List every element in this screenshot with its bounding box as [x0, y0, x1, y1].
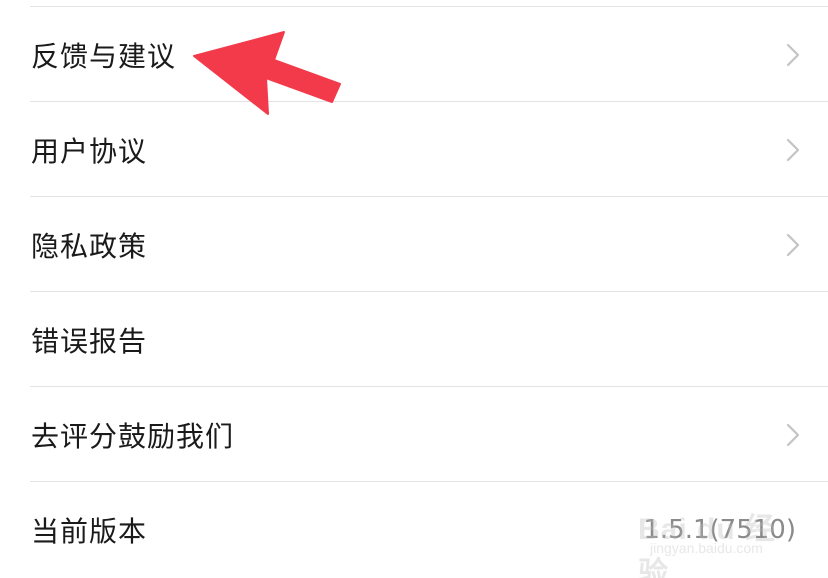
settings-item-privacy-policy[interactable]: 隐私政策: [0, 196, 828, 292]
settings-item-error-report[interactable]: 错误报告: [0, 291, 828, 387]
settings-item-label: 反馈与建议: [31, 39, 177, 73]
settings-list: 反馈与建议 用户协议 隐私政策 错误报告 去评分鼓励我们 当前版本 1.5.1(…: [0, 7, 828, 577]
settings-item-rate-us[interactable]: 去评分鼓励我们: [0, 386, 828, 482]
watermark-logo: Bai du 经验 jingyan.baidu.com: [638, 500, 788, 578]
settings-item-label: 隐私政策: [31, 229, 148, 263]
chevron-right-icon: [786, 423, 800, 447]
settings-item-label: 当前版本: [31, 514, 148, 548]
watermark-url: jingyan.baidu.com: [650, 540, 763, 556]
annotation-arrow-icon: [193, 31, 341, 115]
settings-item-feedback[interactable]: 反馈与建议: [0, 7, 828, 102]
settings-item-label: 用户协议: [31, 134, 148, 168]
settings-item-label: 去评分鼓励我们: [31, 419, 235, 453]
chevron-right-icon: [786, 43, 800, 67]
chevron-right-icon: [786, 233, 800, 257]
settings-screen: 反馈与建议 用户协议 隐私政策 错误报告 去评分鼓励我们 当前版本 1.5.1(…: [0, 0, 828, 578]
settings-item-label: 错误报告: [31, 324, 148, 358]
chevron-right-icon: [786, 138, 800, 162]
settings-item-user-agreement[interactable]: 用户协议: [0, 101, 828, 197]
